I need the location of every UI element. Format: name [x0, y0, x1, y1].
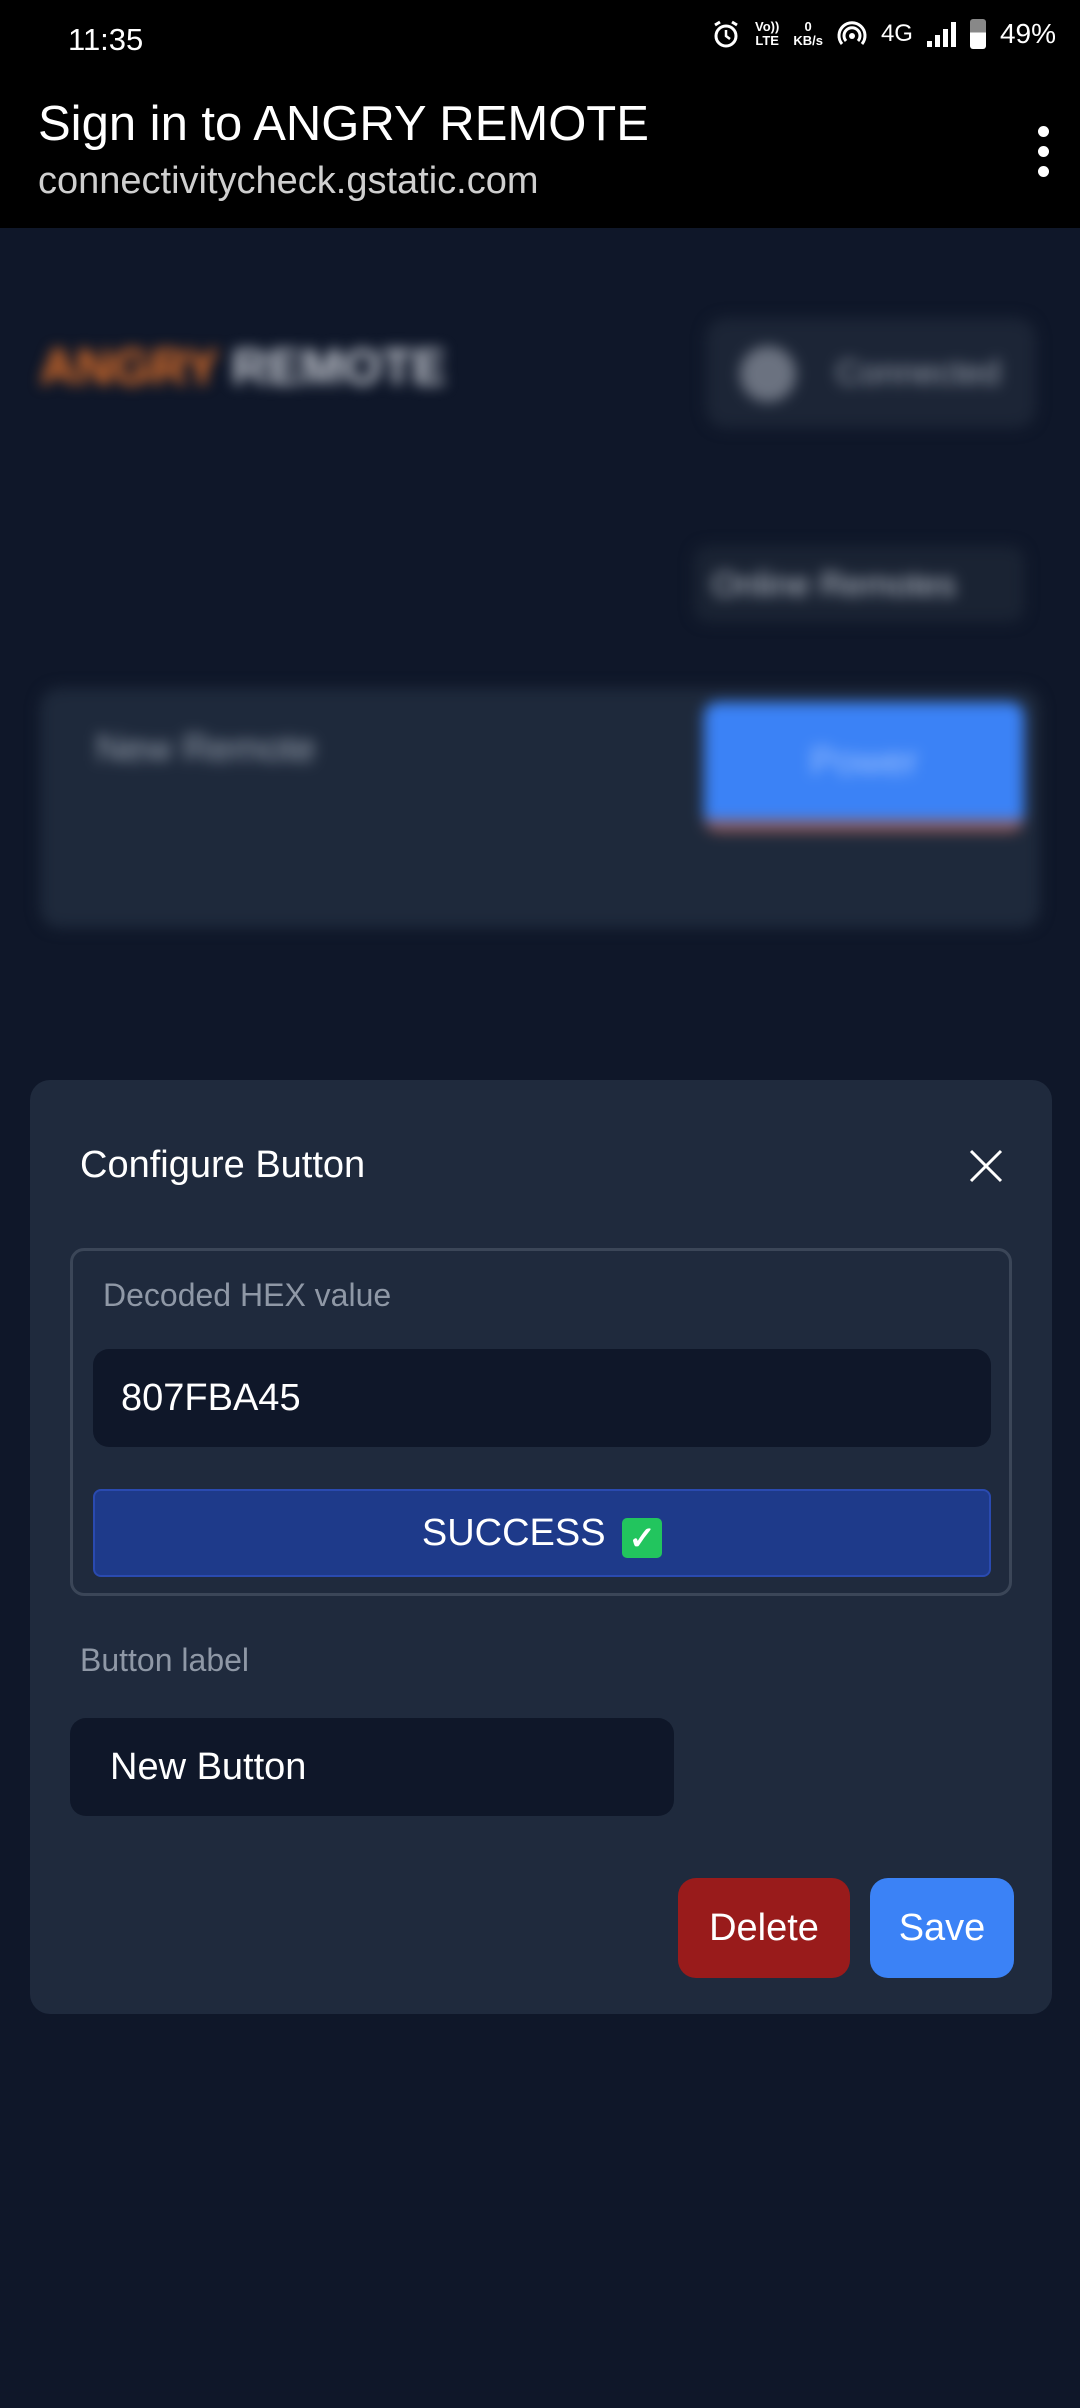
blurred-background-content: ANGRY REMOTE Connected Online Remotes Ne… — [0, 228, 1080, 928]
status-icons: Vo)) LTE 0 KB/s 4G 49% — [711, 18, 1056, 50]
status-bar: 11:35 Vo)) LTE 0 KB/s 4G 49% — [0, 0, 1080, 80]
hex-value-input[interactable] — [93, 1349, 991, 1447]
button-label-title: Button label — [80, 1642, 250, 1678]
remote-name: New Remote — [96, 728, 316, 770]
signal-icon — [926, 21, 956, 47]
remote-power-button: Power — [704, 702, 1024, 832]
connection-badge: Connected — [706, 318, 1036, 428]
button-label-input[interactable] — [70, 1718, 674, 1816]
save-button[interactable]: Save — [870, 1878, 1014, 1978]
modal-title: Configure Button — [80, 1144, 366, 1186]
hex-value-group: Decoded HEX value SUCCESS ✓ — [70, 1248, 1012, 1596]
check-mark-icon: ✓ — [622, 1518, 663, 1558]
connection-dot-icon — [740, 346, 796, 402]
more-options-icon[interactable] — [1038, 126, 1050, 177]
app-logo: ANGRY REMOTE — [40, 339, 446, 395]
status-time: 11:35 — [68, 22, 144, 57]
captive-portal-header: Sign in to ANGRY REMOTE connectivitychec… — [0, 80, 1080, 228]
configure-button-modal: Configure Button Decoded HEX value SUCCE… — [30, 1080, 1052, 2014]
volte-icon: Vo)) LTE — [755, 19, 780, 48]
remote-card: New Remote Power — [40, 688, 1040, 928]
remotes-select: Online Remotes — [694, 546, 1024, 622]
alarm-icon — [714, 20, 738, 48]
close-icon[interactable] — [968, 1148, 1004, 1184]
delete-button[interactable]: Delete — [678, 1878, 850, 1978]
page-background: ANGRY REMOTE Connected Online Remotes Ne… — [0, 228, 1080, 2408]
success-status: SUCCESS ✓ — [93, 1489, 991, 1577]
page-url: connectivitycheck.gstatic.com — [38, 160, 539, 202]
network-type: 4G — [880, 20, 913, 47]
hotspot-icon — [837, 21, 867, 45]
hex-label: Decoded HEX value — [103, 1277, 392, 1313]
data-rate: 0 KB/s — [793, 19, 823, 48]
battery-icon — [969, 19, 986, 49]
battery-percent: 49% — [999, 18, 1056, 49]
page-title: Sign in to ANGRY REMOTE — [38, 97, 649, 151]
